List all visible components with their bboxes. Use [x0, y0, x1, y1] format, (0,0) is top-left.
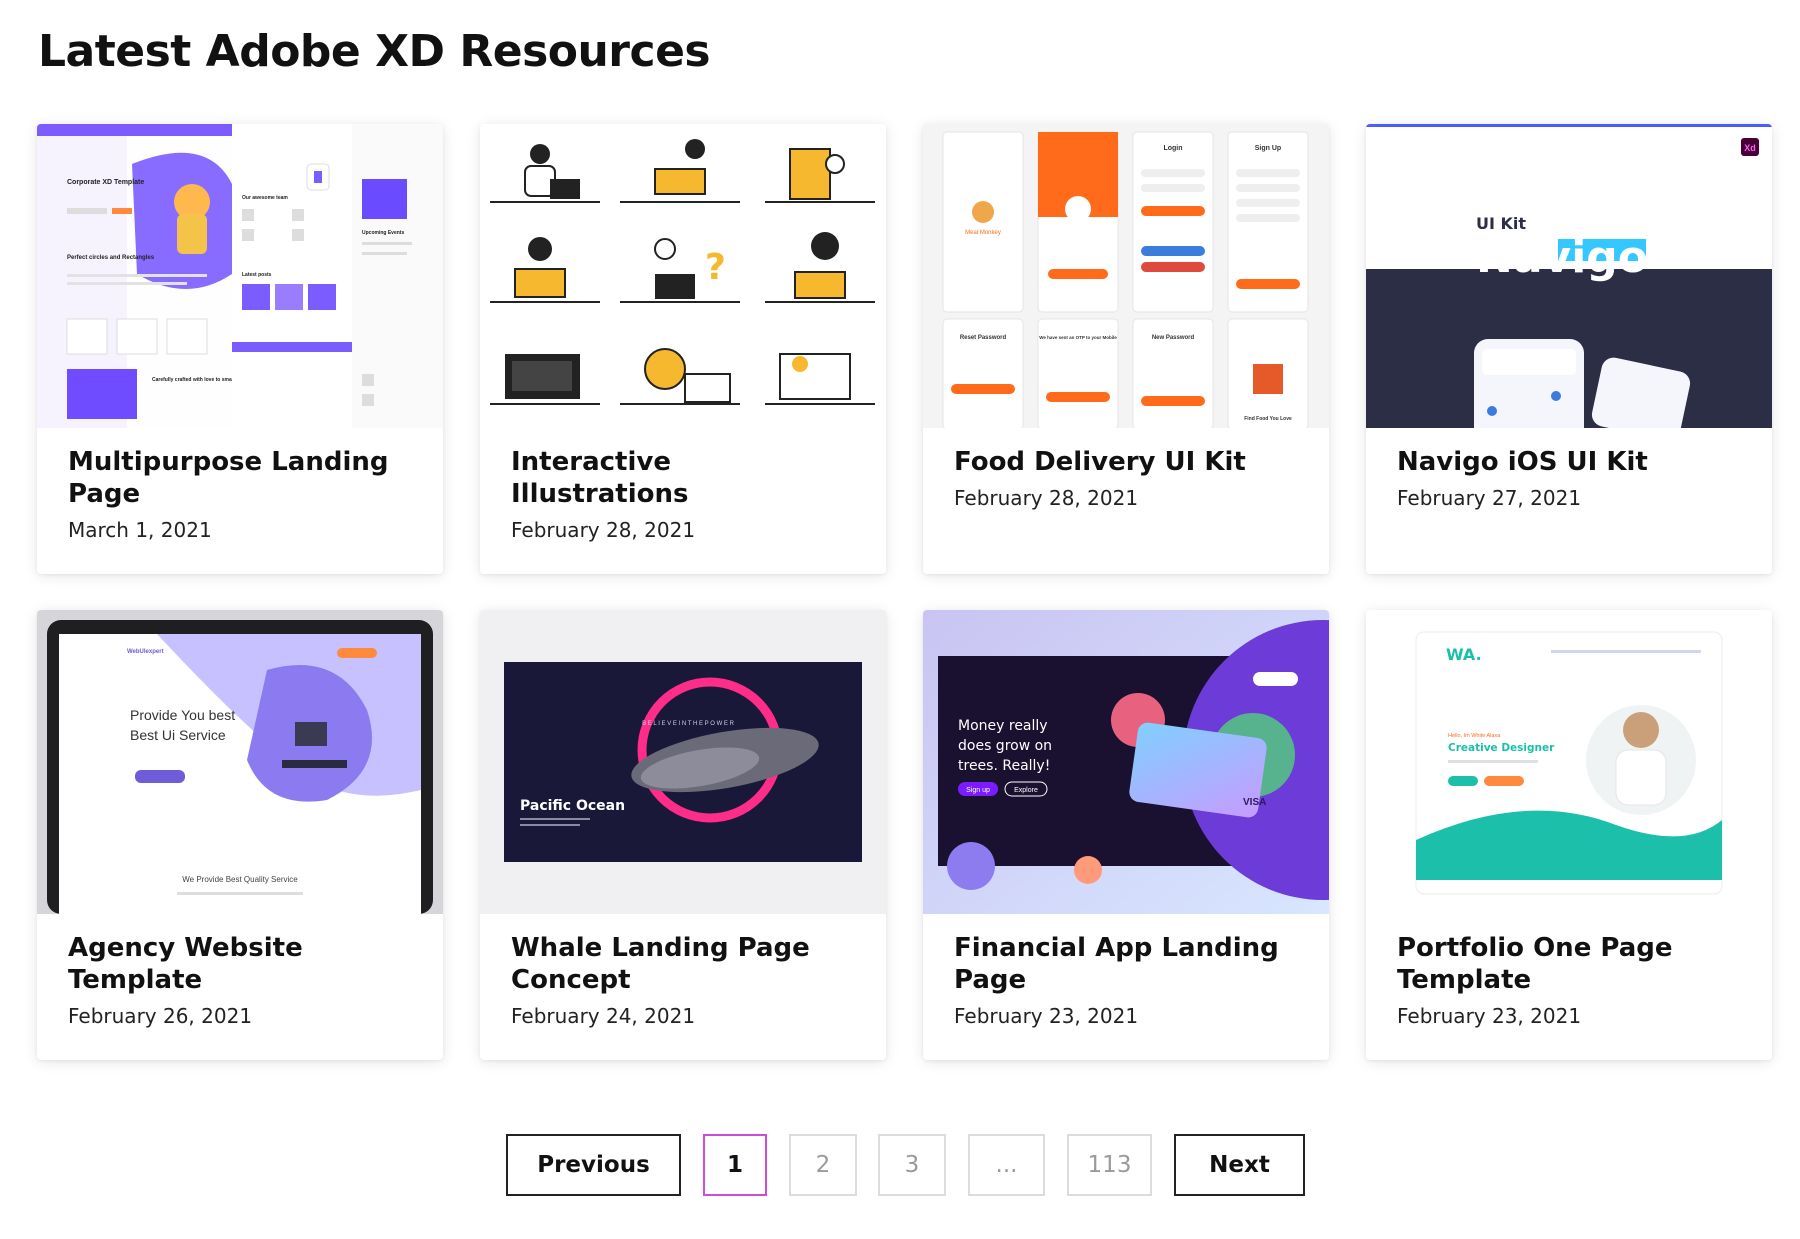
thumb-visa: VISA	[1243, 797, 1266, 808]
resource-card[interactable]: UI Kit Navigo Xd Navigo iOS UI Kit Febru…	[1366, 124, 1772, 574]
thumb-line3: trees. Really!	[958, 758, 1050, 774]
card-date: March 1, 2021	[68, 518, 212, 542]
pagination: Previous 1 2 3 ... 113 Next	[0, 1134, 1800, 1198]
card-thumbnail[interactable]: Corporate XD Template Perfect circles an…	[37, 124, 443, 428]
card-title[interactable]: Interactive Illustrations	[511, 446, 856, 510]
resource-card[interactable]: WebUIexpert Provide You best Best Ui Ser…	[37, 610, 443, 1060]
card-date: February 23, 2021	[954, 1004, 1139, 1028]
thumb-reset: Reset Password	[960, 335, 1007, 341]
thumb-line1: Money really	[958, 718, 1048, 734]
thumb-btn2: Explore	[1014, 787, 1038, 794]
card-date: February 27, 2021	[1397, 486, 1582, 510]
card-thumbnail[interactable]: UI Kit Navigo Xd	[1366, 124, 1772, 428]
thumb-line2: does grow on	[958, 738, 1052, 754]
page-ellipsis[interactable]: ...	[968, 1134, 1045, 1196]
thumb-signup: Sign Up	[1255, 145, 1281, 152]
svg-text:?: ?	[705, 247, 726, 288]
previous-button[interactable]: Previous	[506, 1134, 681, 1196]
thumb-logo: WA.	[1446, 645, 1482, 664]
thumb-tagline: B E L I E V E I N T H E P O W E R	[642, 721, 734, 727]
thumb-events: Upcoming Events	[362, 230, 404, 236]
card-date: February 28, 2021	[511, 518, 696, 542]
page-button[interactable]: 113	[1067, 1134, 1152, 1196]
thumb-sub: Perfect circles and Rectangles	[67, 255, 155, 261]
thumb-otp: We have sent an OTP to your Mobile	[1039, 335, 1117, 340]
card-thumbnail[interactable]: ?	[480, 124, 886, 428]
thumb-heading: Corporate XD Template	[67, 179, 144, 186]
card-title[interactable]: Agency Website Template	[68, 932, 413, 996]
thumb-line2: Best Ui Service	[130, 727, 226, 743]
thumb-brand: Meal Monkey	[965, 230, 1001, 236]
thumb-line1: Provide You best	[130, 707, 235, 723]
thumb-find: Find Food You Love	[1244, 416, 1292, 422]
card-title[interactable]: Financial App Landing Page	[954, 932, 1299, 996]
card-date: February 26, 2021	[68, 1004, 253, 1028]
resource-card[interactable]: WA. Hello, Im White Alaxa Creative Desig…	[1366, 610, 1772, 1060]
resource-card[interactable]: B E L I E V E I N T H E P O W E R Pacifi…	[480, 610, 886, 1060]
card-title[interactable]: Multipurpose Landing Page	[68, 446, 413, 510]
thumb-login: Login	[1163, 145, 1182, 152]
resource-card[interactable]: Corporate XD Template Perfect circles an…	[37, 124, 443, 574]
page-button[interactable]: 2	[789, 1134, 857, 1196]
card-thumbnail[interactable]: Meal Monkey Login Sign Up Reset Password…	[923, 124, 1329, 428]
xd-badge-icon: Xd	[1744, 143, 1756, 153]
resource-card[interactable]: Meal Monkey Login Sign Up Reset Password…	[923, 124, 1329, 574]
thumb-brand: WebUIexpert	[127, 649, 164, 655]
thumb-name: Pacific Ocean	[520, 798, 625, 814]
thumb-posts: Latest posts	[242, 272, 272, 278]
card-title[interactable]: Whale Landing Page Concept	[511, 932, 856, 996]
thumb-service: We Provide Best Quality Service	[182, 875, 298, 884]
card-title[interactable]: Portfolio One Page Template	[1397, 932, 1742, 996]
next-button[interactable]: Next	[1174, 1134, 1305, 1196]
card-date: February 28, 2021	[954, 486, 1139, 510]
card-date: February 23, 2021	[1397, 1004, 1582, 1028]
resource-card[interactable]: ? Interactive Illustrations February 28,…	[480, 124, 886, 574]
card-thumbnail[interactable]: WA. Hello, Im White Alaxa Creative Desig…	[1366, 610, 1772, 914]
card-title[interactable]: Navigo iOS UI Kit	[1397, 446, 1742, 478]
thumb-team: Our awesome team	[242, 195, 288, 201]
card-date: February 24, 2021	[511, 1004, 696, 1028]
thumb-btn1: Sign up	[966, 787, 990, 794]
thumb-name: Navigo	[1476, 232, 1648, 283]
page-title: Latest Adobe XD Resources	[38, 26, 711, 77]
page-button-current[interactable]: 1	[703, 1134, 767, 1196]
thumb-role: Creative Designer	[1448, 742, 1555, 754]
card-thumbnail[interactable]: B E L I E V E I N T H E P O W E R Pacifi…	[480, 610, 886, 914]
thumb-kit: UI Kit	[1476, 214, 1526, 233]
resource-card[interactable]: VISA Money really does grow on trees. Re…	[923, 610, 1329, 1060]
thumb-newpass: New Password	[1152, 335, 1195, 341]
thumb-hello: Hello, Im White Alaxa	[1448, 733, 1501, 739]
card-thumbnail[interactable]: WebUIexpert Provide You best Best Ui Ser…	[37, 610, 443, 914]
page-button[interactable]: 3	[878, 1134, 946, 1196]
card-thumbnail[interactable]: VISA Money really does grow on trees. Re…	[923, 610, 1329, 914]
card-title[interactable]: Food Delivery UI Kit	[954, 446, 1299, 478]
